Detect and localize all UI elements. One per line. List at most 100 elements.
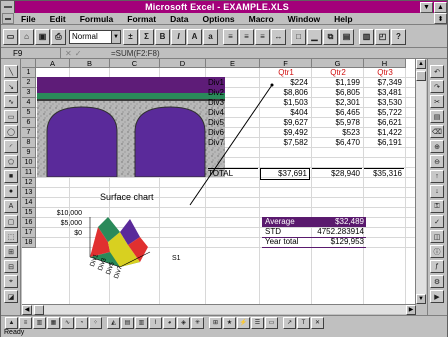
menu-edit[interactable]: Edit [43,14,73,24]
spellcheck-icon[interactable]: ✓ [430,215,444,228]
value-cell[interactable]: $3,481 [364,88,404,98]
row-header-7[interactable]: 7 [22,128,36,138]
value-cell[interactable]: $6,805 [312,88,362,98]
line-chart-icon[interactable]: ∿ [61,316,74,329]
minimize-button[interactable]: ▼ [420,1,433,13]
column-header-b[interactable]: B [70,59,110,68]
row-header-17[interactable]: 17 [22,228,36,238]
column-header-g[interactable]: G [312,59,364,68]
align-center-icon[interactable]: ≡ [239,28,254,45]
total-qtr2[interactable]: $28,940 [312,168,362,179]
undo-icon[interactable]: ↶ [430,65,444,78]
line-tool-icon[interactable]: ╲ [4,65,18,78]
value-cell[interactable]: $8,806 [260,88,310,98]
scroll-up-icon[interactable]: ▲ [416,59,426,69]
value-cell[interactable]: $3,530 [364,98,404,108]
step-icon[interactable]: ▶ [430,290,444,303]
selection-tool-icon[interactable]: ⬚ [4,230,18,243]
area-chart-icon[interactable]: ▲ [5,316,18,329]
menu-help[interactable]: Help [327,14,359,24]
bold-icon[interactable]: B [155,28,170,45]
menu-data[interactable]: Data [163,14,195,24]
italic-icon[interactable]: I [171,28,186,45]
name-box[interactable]: F9 [1,48,61,58]
total-qtr1[interactable]: $37,691 [260,168,310,180]
autosum-icon[interactable]: Σ [139,28,154,45]
row-header-10[interactable]: 10 [22,158,36,168]
row-header-4[interactable]: 4 [22,98,36,108]
vertical-scrollbar[interactable]: ▲ ▼ [415,59,426,304]
arrow-tool-icon[interactable]: ↘ [4,80,18,93]
row-header-6[interactable]: 6 [22,118,36,128]
value-cell[interactable]: $1,503 [260,98,310,108]
copy-icon[interactable]: ⧉ [323,28,338,45]
save-icon[interactable]: ▣ [35,28,50,45]
enter-icon[interactable]: ✓ [75,49,82,58]
surface-3d-icon[interactable]: ◈ [177,316,190,329]
arrow-icon[interactable]: ↗ [283,316,296,329]
worksheet-grid[interactable]: A B C D E F G H 1 2 3 4 5 6 7 8 9 10 11 12 13 14 15 16 1… [22,59,416,304]
button-tool-icon[interactable]: ▢ [4,215,18,228]
value-cell[interactable]: $224 [260,78,310,88]
select-all-corner[interactable] [22,59,36,68]
combination-chart-icon[interactable]: ⊞ [209,316,222,329]
scatter-chart-icon[interactable]: ⁘ [89,316,102,329]
stat-average-value[interactable]: $32,489 [316,217,366,227]
print-icon[interactable]: ⎙ [51,28,66,45]
pie-3d-icon[interactable]: ◕ [163,316,176,329]
value-cell[interactable]: $6,465 [312,108,362,118]
repeat-icon[interactable]: ↷ [430,80,444,93]
menu-format[interactable]: Format [120,14,163,24]
row-header-11[interactable]: 11 [22,168,36,178]
paste-icon[interactable]: ▤ [430,110,444,123]
row-header-2[interactable]: 2 [22,78,36,88]
row-header-3[interactable]: 3 [22,88,36,98]
row-header-15[interactable]: 15 [22,208,36,218]
value-cell[interactable]: $9,627 [260,118,310,128]
column-chart-icon[interactable]: ▥ [33,316,46,329]
zoom-out-icon[interactable]: ⊖ [430,155,444,168]
reshape-tool-icon[interactable]: ⌖ [4,275,18,288]
shadow-tool-icon[interactable]: ◪ [4,290,18,303]
style-select[interactable]: Normal ▼ [69,29,121,44]
column-3d-icon[interactable]: ▥ [135,316,148,329]
border-bottom-icon[interactable]: ▁ [307,28,322,45]
scroll-down-icon[interactable]: ▼ [416,294,426,304]
stacked-column-icon[interactable]: ▦ [47,316,60,329]
paste-format-icon[interactable]: ▤ [339,28,354,45]
row-header-5[interactable]: 5 [22,108,36,118]
filled-rect-icon[interactable]: ■ [4,170,18,183]
polygon-tool-icon[interactable]: ⬠ [4,155,18,168]
value-cell[interactable]: $6,621 [364,118,404,128]
value-cell[interactable]: $404 [260,108,310,118]
column-header-c[interactable]: C [110,59,160,68]
font-size-up-icon[interactable]: A [187,28,202,45]
radar-chart-icon[interactable]: ✳ [191,316,204,329]
value-cell[interactable]: $2,301 [312,98,362,108]
lock-cell-icon[interactable]: ⚿ [430,200,444,213]
help-icon[interactable]: ? [391,28,406,45]
menu-file[interactable]: File [14,14,43,24]
pie-chart-icon[interactable]: ◔ [75,316,88,329]
system-menu-button[interactable] [1,1,15,13]
open-file-icon[interactable]: ⌂ [19,28,34,45]
chart-wizard-icon[interactable]: ▥ [359,28,374,45]
row-header-16[interactable]: 16 [22,218,36,228]
menu-options[interactable]: Options [196,14,242,24]
value-cell[interactable]: $5,722 [364,108,404,118]
chart-wizard-bottom-icon[interactable]: ⚡ [237,316,250,329]
menu-macro[interactable]: Macro [242,14,281,24]
textbox-tool-icon[interactable]: A [4,200,18,213]
cut-icon[interactable]: ✂ [430,95,444,108]
value-cell[interactable]: $7,349 [364,78,404,88]
select-visible-icon[interactable]: ◫ [430,230,444,243]
camera-icon[interactable]: ◰ [375,28,390,45]
sort-asc-icon[interactable]: ↑ [430,170,444,183]
align-left-icon[interactable]: ≡ [223,28,238,45]
horizontal-gridlines-icon[interactable]: ☰ [251,316,264,329]
menu-window[interactable]: Window [281,14,328,24]
sort-desc-icon[interactable]: ↓ [430,185,444,198]
column-header-f[interactable]: F [260,59,312,68]
close-toolbar-icon[interactable]: ✕ [311,316,324,329]
menu-formula[interactable]: Formula [73,14,121,24]
